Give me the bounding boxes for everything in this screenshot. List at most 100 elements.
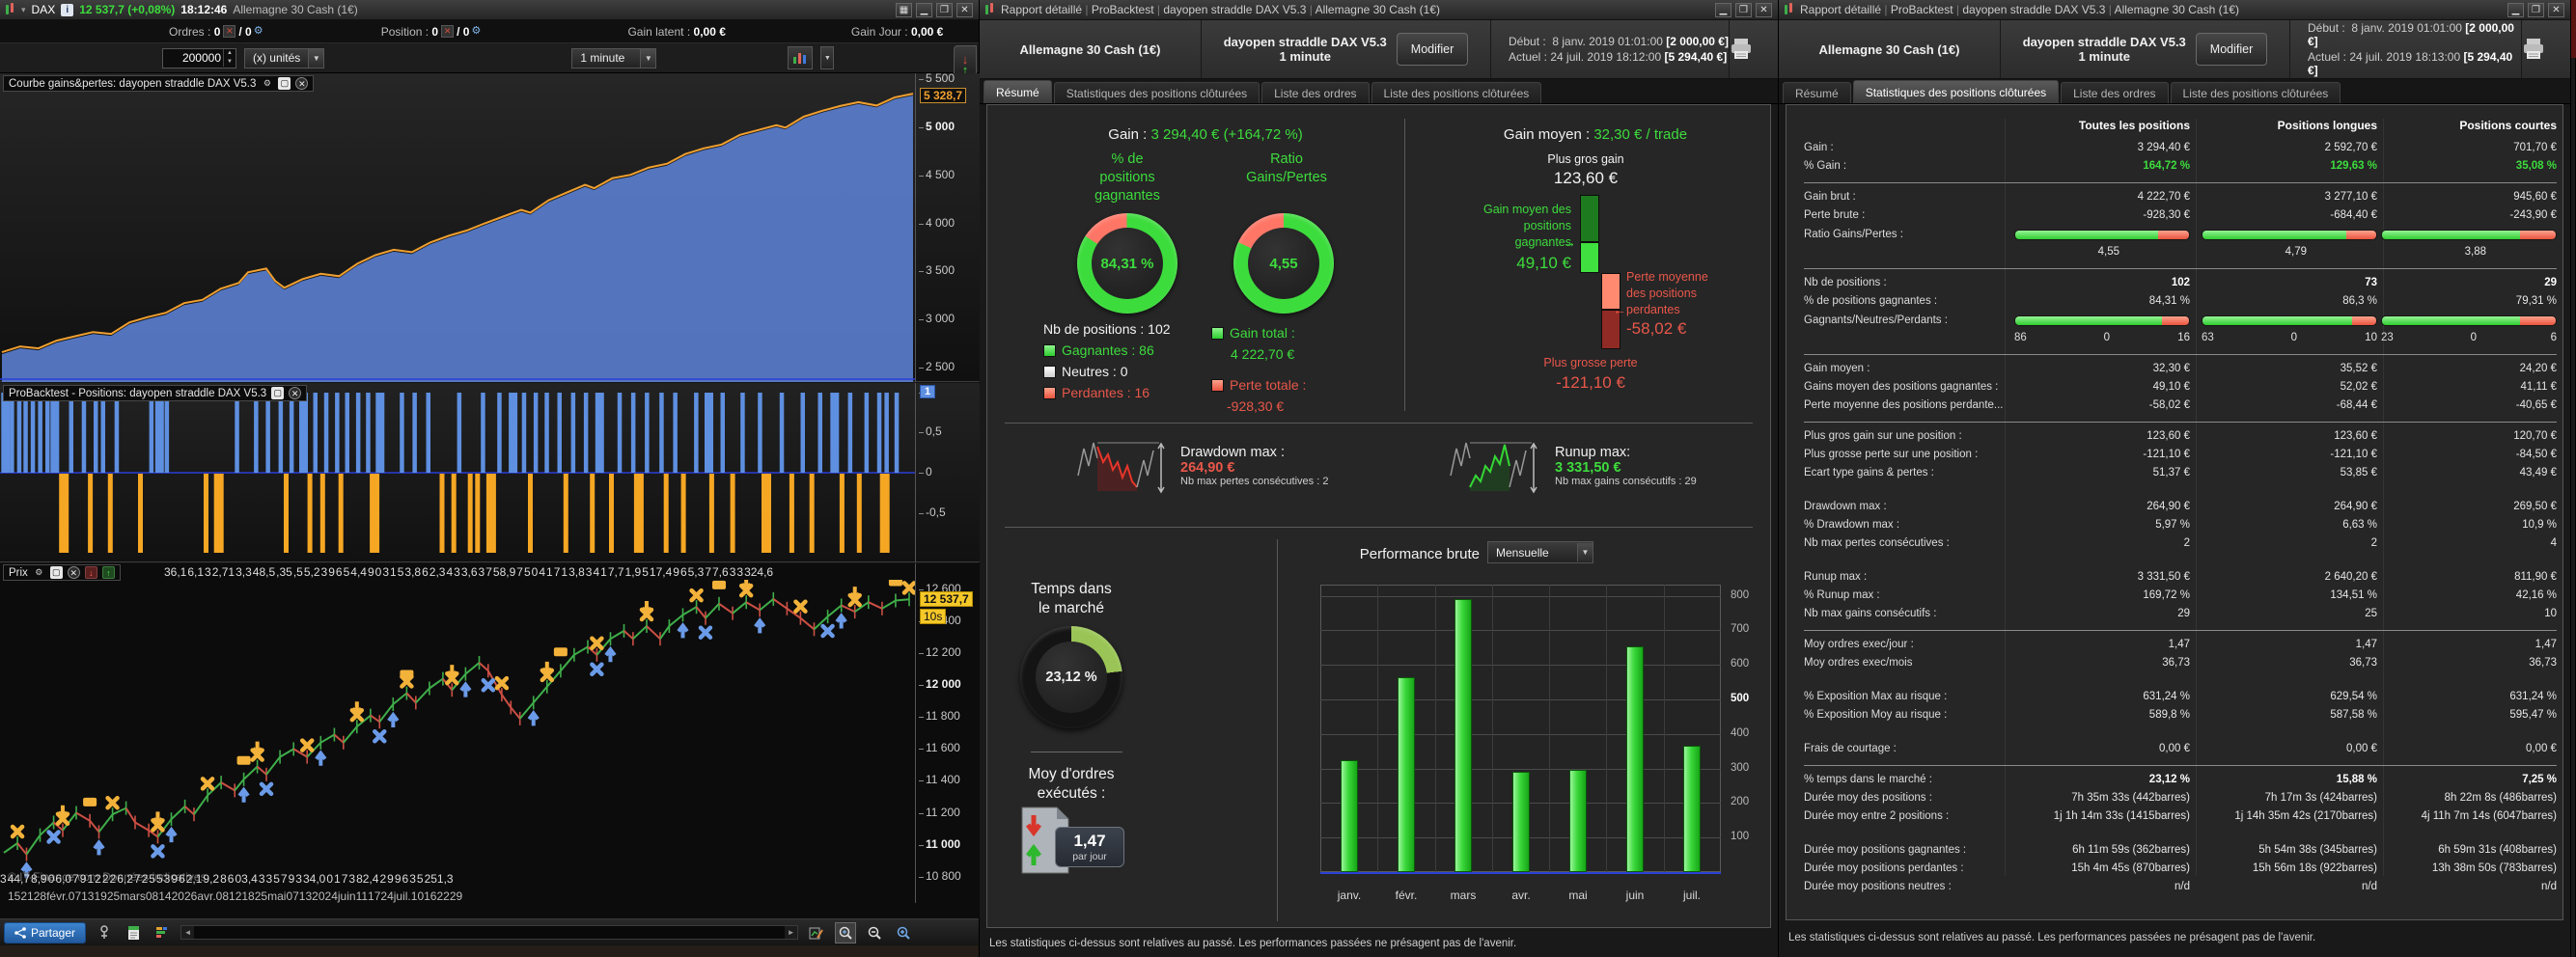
horizontal-scrollbar[interactable]: ◄ ► (180, 925, 799, 940)
trade-gain-label: 3 (736, 565, 744, 579)
wrench-icon[interactable]: ⚙ (261, 77, 273, 90)
maximize-button[interactable]: ❐ (2528, 2, 2544, 17)
price-chart[interactable] (0, 580, 915, 885)
date-label: mai (267, 889, 287, 903)
stat-label: Moy ordres exec/mois (1804, 657, 1913, 669)
wf-lose-value: -58,02 € (1626, 319, 1687, 338)
timeframe-select[interactable]: 1 minute ▼ (571, 47, 657, 68)
tab-3[interactable]: Liste des positions clôturées (2170, 82, 2341, 103)
tab-1[interactable]: Statistiques des positions clôturées (1053, 82, 1260, 103)
window-icon[interactable]: ▢ (278, 77, 291, 90)
report-system: dayopen straddle DAX V5.3 (2022, 35, 2186, 49)
symbol-label[interactable]: DAX (32, 3, 56, 16)
ratio-donut: 4,55 (1233, 213, 1334, 314)
window-icon[interactable]: ▢ (49, 566, 63, 579)
trade-gain-label: 3 (454, 565, 460, 579)
stat-label: Gain moyen : (1804, 363, 1870, 374)
stat-value: 79,31 % (2515, 295, 2557, 307)
gridline (1320, 733, 1721, 735)
axis-tick: 3 500 (918, 263, 956, 277)
gain-headline: Gain : 3 294,40 € (+164,72 %) (1007, 126, 1404, 143)
position-gear-icon[interactable]: ⚙ (469, 25, 483, 38)
avg-orders-unit: par jour (1072, 851, 1107, 862)
positions-chart[interactable] (0, 383, 915, 562)
legend-perte-totale: Perte totale : (1211, 377, 1306, 393)
stat-value: 2 (2183, 537, 2190, 549)
report-instrument: Allemagne 30 Cash (1€) (1779, 20, 2001, 78)
maximize-button[interactable]: ❐ (936, 2, 953, 17)
modify-button[interactable]: Modifier (1396, 33, 1469, 66)
report-dates: Début : 8 janv. 2019 01:01:00 [2 000,00 … (1491, 20, 1730, 78)
scroll-left-icon[interactable]: ◄ (181, 926, 195, 939)
close-button[interactable]: ✕ (1756, 2, 1772, 17)
chart-style-button[interactable] (788, 46, 814, 69)
quantity-stepper[interactable]: ▲▼ (162, 47, 236, 68)
orders-tool-icon[interactable] (152, 922, 173, 943)
news-tool-icon[interactable] (123, 922, 144, 943)
zoom-out-button[interactable] (864, 922, 885, 943)
axis-tick: 3 000 (918, 312, 956, 325)
quantity-input[interactable] (163, 50, 223, 66)
stat-value: 589,8 % (2148, 709, 2190, 721)
close-button[interactable]: ✕ (956, 2, 973, 17)
time-market-title: Temps dans le marché (1031, 581, 1112, 616)
bar-info-label: 2 (109, 872, 117, 886)
printer-icon[interactable] (1730, 38, 1755, 61)
tab-2[interactable]: Liste des ordres (1261, 82, 1370, 103)
tab-0[interactable]: Résumé (1783, 82, 1851, 103)
legend-perdantes-swatch (1043, 387, 1056, 399)
actuel-label: Actuel : (1509, 50, 1548, 64)
last-value-chip: 5 328,7 (920, 88, 967, 103)
wrench-icon[interactable]: ⚙ (33, 566, 45, 579)
stat-value: 25 (2365, 608, 2377, 619)
minimize-button[interactable]: ▁ (916, 2, 932, 17)
close-button[interactable]: ✕ (2548, 2, 2564, 17)
y-tick: 200 (1731, 796, 1750, 808)
zoom-fit-button[interactable] (835, 921, 857, 943)
link-tool-icon[interactable] (94, 922, 115, 943)
close-pane-icon[interactable]: ✕ (67, 566, 80, 579)
buy-marker-icon[interactable]: ↑ (101, 566, 115, 579)
close-pane-icon[interactable]: ✕ (289, 387, 302, 399)
chart-style-dropdown[interactable]: ▼ (820, 46, 835, 69)
perf-period-value: Mensuelle (1496, 545, 1549, 560)
tab-3[interactable]: Liste des positions clôturées (1371, 82, 1542, 103)
tab-2[interactable]: Liste des ordres (2061, 82, 2169, 103)
window-icon[interactable]: ▢ (271, 387, 285, 399)
unit-select[interactable]: (x) unités ▼ (243, 47, 325, 68)
symbol-dropdown-arrow[interactable]: ▾ (21, 5, 26, 15)
info-icon[interactable]: i (61, 3, 74, 16)
tab-0[interactable]: Résumé (983, 80, 1052, 103)
equity-curve-chart[interactable] (0, 73, 915, 382)
keyboard-icon[interactable]: ▦ (896, 2, 912, 17)
zoom-in-button[interactable] (893, 922, 914, 943)
tab-1[interactable]: Statistiques des positions clôturées (1852, 80, 2060, 103)
wf-win-value: 49,10 € (1516, 254, 1571, 272)
month-bar (1683, 746, 1701, 873)
position-chip: 1 (920, 385, 936, 398)
sell-marker-icon[interactable]: ↓ (84, 566, 97, 579)
spin-up-icon[interactable]: ▲ (224, 49, 235, 58)
scroll-right-icon[interactable]: ► (785, 926, 798, 939)
close-position-icon[interactable]: ✕ (441, 25, 455, 38)
minimize-button[interactable]: ▁ (2507, 2, 2524, 17)
trade-gain-label: 4 (446, 565, 454, 579)
minimize-button[interactable]: ▁ (1715, 2, 1731, 17)
trade-gain-label: ,35 (276, 565, 292, 579)
breadcrumb-separator: | (2105, 3, 2115, 16)
share-button[interactable]: Partager (4, 921, 87, 943)
modify-button[interactable]: Modifier (2195, 33, 2268, 66)
printer-icon[interactable] (2522, 38, 2547, 61)
win-rate-donut-value: 84,31 % (1092, 228, 1163, 299)
report-header: Allemagne 30 Cash (1€) dayopen straddle … (1779, 20, 2570, 79)
orders-label: Ordres : (169, 24, 211, 39)
gridline (1320, 699, 1721, 700)
chart-edit-icon[interactable] (806, 922, 827, 943)
cancel-orders-icon[interactable]: ✕ (223, 25, 236, 38)
stat-label: % Exposition Max au risque : (1804, 691, 1948, 702)
orders-gear-icon[interactable]: ⚙ (252, 25, 265, 38)
close-pane-icon[interactable]: ✕ (295, 77, 309, 90)
spin-down-icon[interactable]: ▼ (224, 58, 235, 67)
maximize-button[interactable]: ❐ (1735, 2, 1752, 17)
perf-period-select[interactable]: Mensuelle ▼ (1487, 541, 1593, 563)
